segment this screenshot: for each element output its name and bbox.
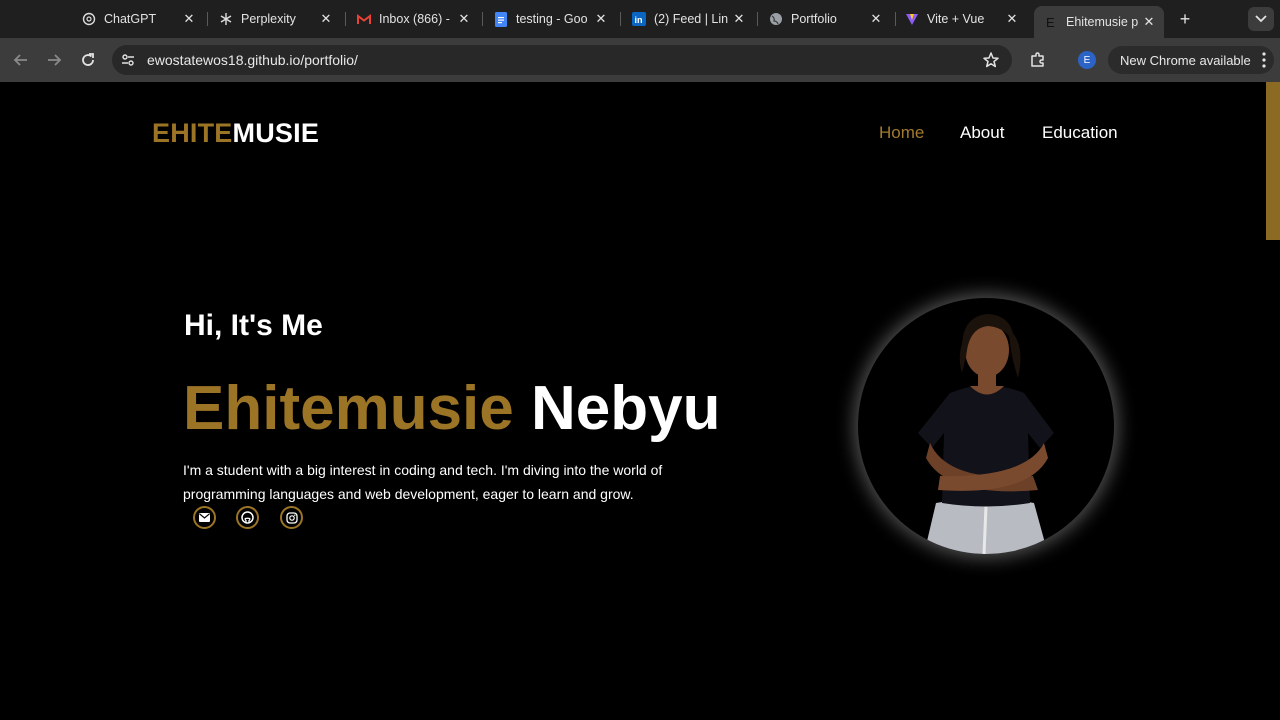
arrow-right-icon [48,54,62,66]
tab-title: Vite + Vue [927,12,985,26]
mail-icon [199,513,210,522]
chatgpt-icon [82,12,96,26]
close-icon[interactable]: ✕ [1142,14,1156,30]
hero-last-name: Nebyu [531,374,721,443]
profile-photo [858,298,1114,554]
perplexity-icon [219,12,233,26]
extensions-puzzle-icon[interactable] [1029,51,1047,69]
forward-button[interactable] [44,50,64,70]
nav-link-about[interactable]: About [960,123,1004,143]
more-vertical-icon [1262,52,1266,68]
hero-bio: I'm a student with a big interest in cod… [183,462,663,502]
close-icon[interactable]: ✕ [1005,11,1019,27]
tab-title: (2) Feed | Lin [654,12,729,26]
scrollbar-thumb[interactable] [1266,82,1280,240]
close-icon[interactable]: ✕ [319,11,333,27]
chrome-update-button[interactable]: New Chrome available [1108,46,1274,74]
hero-greeting: Hi, It's Me [184,309,323,342]
tab-vite-vue[interactable]: Vite + Vue ✕ [905,6,1019,32]
tab-divider [620,12,621,26]
tab-testing-doc[interactable]: testing - Goo ✕ [494,6,608,32]
instagram-icon [285,511,298,524]
close-icon[interactable]: ✕ [732,11,746,27]
site-favicon-icon: E [1044,15,1058,29]
nav-link-home[interactable]: Home [879,123,924,143]
globe-icon [769,12,783,26]
tab-divider [895,12,896,26]
linkedin-icon: in [632,12,646,26]
tab-title: Portfolio [791,12,837,26]
tab-title: ChatGPT [104,12,157,26]
bookmark-star-icon[interactable] [982,51,1000,69]
tab-linkedin[interactable]: in (2) Feed | Lin ✕ [632,6,746,32]
close-icon[interactable]: ✕ [182,11,196,27]
tab-portfolio[interactable]: Portfolio ✕ [769,6,883,32]
github-icon [241,511,254,524]
close-icon[interactable]: ✕ [457,11,471,27]
site-logo[interactable]: EHITEMUSIE [152,118,319,149]
google-docs-icon [494,11,508,27]
logo-part-white: MUSIE [232,118,320,148]
site-settings-icon[interactable] [120,52,136,68]
tab-divider [482,12,483,26]
back-button[interactable] [11,50,31,70]
chevron-down-icon [1255,15,1267,23]
tab-perplexity[interactable]: Perplexity ✕ [219,6,333,32]
tab-title: Ehitemusie p [1066,15,1139,29]
gmail-icon [357,12,371,26]
new-tab-button[interactable]: + [1176,8,1194,30]
tab-divider [207,12,208,26]
svg-text:E: E [1046,15,1055,29]
instagram-link[interactable] [280,506,303,529]
hero-name: Ehitemusie Nebyu [183,373,721,444]
email-link[interactable] [193,506,216,529]
person-illustration [918,314,1054,554]
close-icon[interactable]: ✕ [594,11,608,27]
vite-icon [905,12,919,26]
tab-strip: ChatGPT ✕ Perplexity ✕ Inbox (866) - ✕ t… [0,0,1280,38]
tab-ehitemusie-active[interactable]: E Ehitemusie p ✕ [1034,6,1164,38]
profile-avatar[interactable]: E [1078,51,1096,69]
tab-title: Perplexity [241,12,296,26]
tab-search-button[interactable] [1248,7,1274,31]
reload-icon [82,53,94,66]
nav-link-education[interactable]: Education [1042,123,1118,143]
github-link[interactable] [236,506,259,529]
arrow-left-icon [13,54,27,66]
tab-title: testing - Goo [516,12,588,26]
close-icon[interactable]: ✕ [869,11,883,27]
update-label: New Chrome available [1120,52,1251,68]
svg-text:in: in [635,15,643,25]
tab-inbox[interactable]: Inbox (866) - ✕ [357,6,471,32]
tab-title: Inbox (866) - [379,12,450,26]
tab-chatgpt[interactable]: ChatGPT ✕ [82,6,196,32]
reload-button[interactable] [78,50,98,70]
hero-first-name: Ehitemusie [183,374,514,443]
url-text[interactable]: ewostatewos18.github.io/portfolio/ [147,52,358,68]
tab-divider [757,12,758,26]
tab-divider [345,12,346,26]
logo-part-accent: EHITE [152,118,233,148]
